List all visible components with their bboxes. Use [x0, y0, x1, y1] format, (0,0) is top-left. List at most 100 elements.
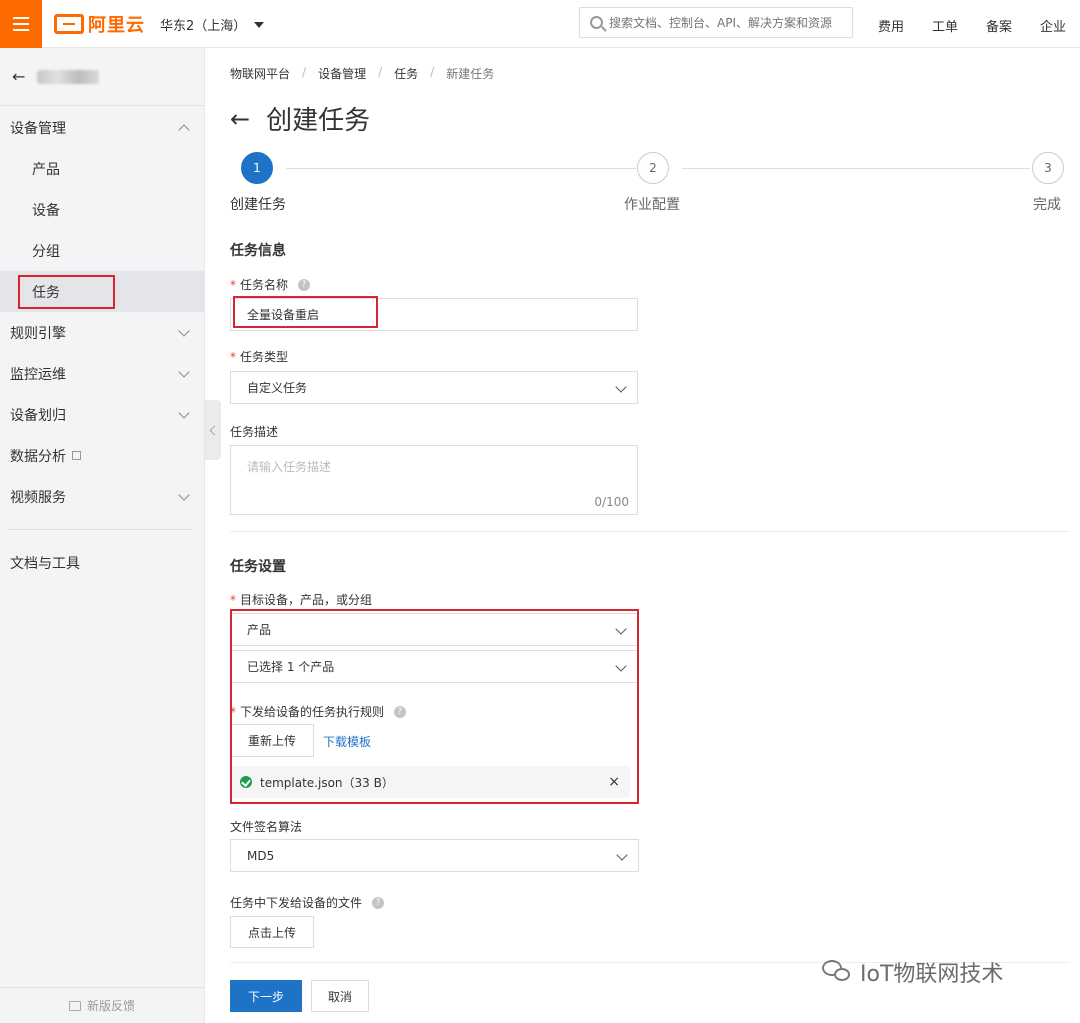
page-title-text: 创建任务: [266, 106, 371, 136]
feedback-link[interactable]: 新版反馈: [0, 987, 204, 1023]
top-link-billing[interactable]: 费用: [878, 16, 904, 35]
sidebar-group-device-management[interactable]: 设备管理: [0, 107, 204, 148]
signature-algorithm-select[interactable]: MD5: [230, 839, 639, 872]
required-mark: *: [230, 592, 236, 607]
step-connector: [682, 168, 1030, 169]
chevron-down-icon: [178, 406, 190, 419]
stepper: 1 2 3 创建任务 作业配置 完成: [230, 152, 1070, 216]
sidebar: ← 设备管理 产品 设备 分组 任务 规则引擎 监控运维 设备划归 数据分析 视…: [0, 48, 205, 1023]
instance-name-blurred: [37, 69, 100, 84]
sidebar-docs-label: 文档与工具: [10, 555, 80, 572]
sidebar-group-label: 数据分析: [10, 448, 66, 465]
required-mark: *: [230, 349, 236, 364]
breadcrumb-tasks[interactable]: 任务: [394, 65, 418, 82]
label-text: 任务类型: [240, 350, 289, 364]
upload-file-button[interactable]: 点击上传: [230, 916, 314, 948]
sidebar-group-label: 视频服务: [10, 489, 66, 506]
breadcrumb-device-management[interactable]: 设备管理: [318, 65, 366, 82]
sidebar-item-docs-tools[interactable]: 文档与工具: [0, 542, 204, 583]
sidebar-group-rules[interactable]: 规则引擎: [0, 312, 204, 353]
sidebar-item-devices[interactable]: 设备: [0, 189, 204, 230]
back-arrow-icon[interactable]: ←: [12, 67, 25, 86]
breadcrumb-separator: /: [378, 65, 383, 79]
top-link-enterprise[interactable]: 企业: [1040, 16, 1066, 35]
sidebar-group-video[interactable]: 视频服务: [0, 476, 204, 517]
label-text: 任务名称: [240, 278, 289, 292]
section-title-task-settings: 任务设置: [230, 559, 286, 575]
label-task-name: * 任务名称 ?: [230, 276, 311, 293]
step-2-label: 作业配置: [624, 197, 680, 213]
step-2-indicator: 2: [637, 152, 669, 184]
highlight-box-task-name: [233, 296, 378, 328]
menu-icon[interactable]: [0, 0, 42, 48]
task-description-placeholder: 请输入任务描述: [247, 460, 332, 474]
sidebar-group-monitoring[interactable]: 监控运维: [0, 353, 204, 394]
wechat-icon: [822, 960, 852, 984]
chevron-down-icon: [178, 365, 190, 378]
search-icon: [590, 16, 603, 29]
chevron-down-icon: [178, 488, 190, 501]
caret-down-icon: [254, 21, 265, 28]
logo-text: 阿里云: [88, 15, 145, 36]
required-mark: *: [230, 277, 236, 292]
char-counter: 0/100: [594, 495, 629, 509]
section-divider: [230, 531, 1070, 532]
search-input[interactable]: [609, 15, 839, 30]
step-connector: [286, 168, 636, 169]
help-icon[interactable]: ?: [372, 896, 385, 909]
back-arrow-icon[interactable]: ←: [230, 105, 250, 133]
region-selector[interactable]: 华东2（上海）: [160, 15, 265, 34]
chevron-down-icon: [178, 324, 190, 337]
label-task-type: * 任务类型: [230, 348, 288, 365]
cancel-button[interactable]: 取消: [311, 980, 369, 1012]
breadcrumb-separator: /: [302, 65, 307, 79]
breadcrumb-iot-platform[interactable]: 物联网平台: [230, 65, 290, 82]
highlight-box-target-settings: [230, 609, 639, 804]
sidebar-divider: [8, 529, 192, 530]
signature-algorithm-value: MD5: [247, 848, 275, 863]
step-1-label: 创建任务: [230, 197, 286, 213]
breadcrumb-separator: /: [430, 65, 435, 79]
page-title: ← 创建任务: [230, 100, 370, 137]
watermark-text: IoT物联网技术: [860, 962, 1004, 987]
sidebar-group-label: 规则引擎: [10, 325, 66, 342]
label-text: 目标设备，产品，或分组: [240, 593, 373, 607]
sidebar-group-data-analysis[interactable]: 数据分析: [0, 435, 204, 476]
sidebar-group-label: 设备管理: [10, 120, 66, 137]
task-type-value: 自定义任务: [247, 381, 308, 395]
search-box[interactable]: [579, 7, 853, 38]
label-text: 文件签名算法: [230, 820, 303, 834]
top-link-icp[interactable]: 备案: [986, 16, 1012, 35]
task-type-select[interactable]: 自定义任务: [230, 371, 638, 404]
feedback-label: 新版反馈: [86, 999, 135, 1013]
sidebar-group-label: 监控运维: [10, 366, 66, 383]
next-step-button[interactable]: 下一步: [230, 980, 302, 1012]
external-link-icon: [72, 451, 81, 460]
aliyun-logo-icon: [54, 14, 84, 34]
sidebar-collapse-handle[interactable]: [205, 400, 221, 460]
label-signature-algorithm: 文件签名算法: [230, 818, 302, 835]
label-task-description: 任务描述: [230, 423, 278, 440]
sidebar-item-groups[interactable]: 分组: [0, 230, 204, 271]
region-label: 华东2（上海）: [160, 19, 247, 34]
sidebar-group-device-allocation[interactable]: 设备划归: [0, 394, 204, 435]
sidebar-item-products[interactable]: 产品: [0, 148, 204, 189]
help-icon[interactable]: ?: [298, 278, 311, 291]
logo[interactable]: 阿里云: [54, 12, 145, 36]
step-1-indicator: 1: [241, 152, 273, 184]
breadcrumb: 物联网平台 / 设备管理 / 任务 / 新建任务: [230, 65, 494, 82]
highlight-box-tasks: [18, 275, 115, 309]
label-target: * 目标设备，产品，或分组: [230, 591, 372, 608]
sidebar-group-label: 设备划归: [10, 407, 66, 424]
chevron-down-icon: [615, 381, 627, 393]
top-links: 费用 工单 备案 企业: [878, 16, 1066, 35]
label-task-files: 任务中下发给设备的文件 ?: [230, 894, 385, 911]
step-3-indicator: 3: [1032, 152, 1064, 184]
feedback-icon: [68, 1000, 81, 1011]
chevron-up-icon: [178, 123, 190, 136]
task-description-textarea[interactable]: 请输入任务描述 0/100: [230, 445, 638, 515]
step-3-label: 完成: [1033, 197, 1061, 213]
label-text: 任务中下发给设备的文件: [230, 896, 363, 910]
sidebar-header: ←: [0, 48, 204, 106]
top-link-ticket[interactable]: 工单: [932, 16, 958, 35]
